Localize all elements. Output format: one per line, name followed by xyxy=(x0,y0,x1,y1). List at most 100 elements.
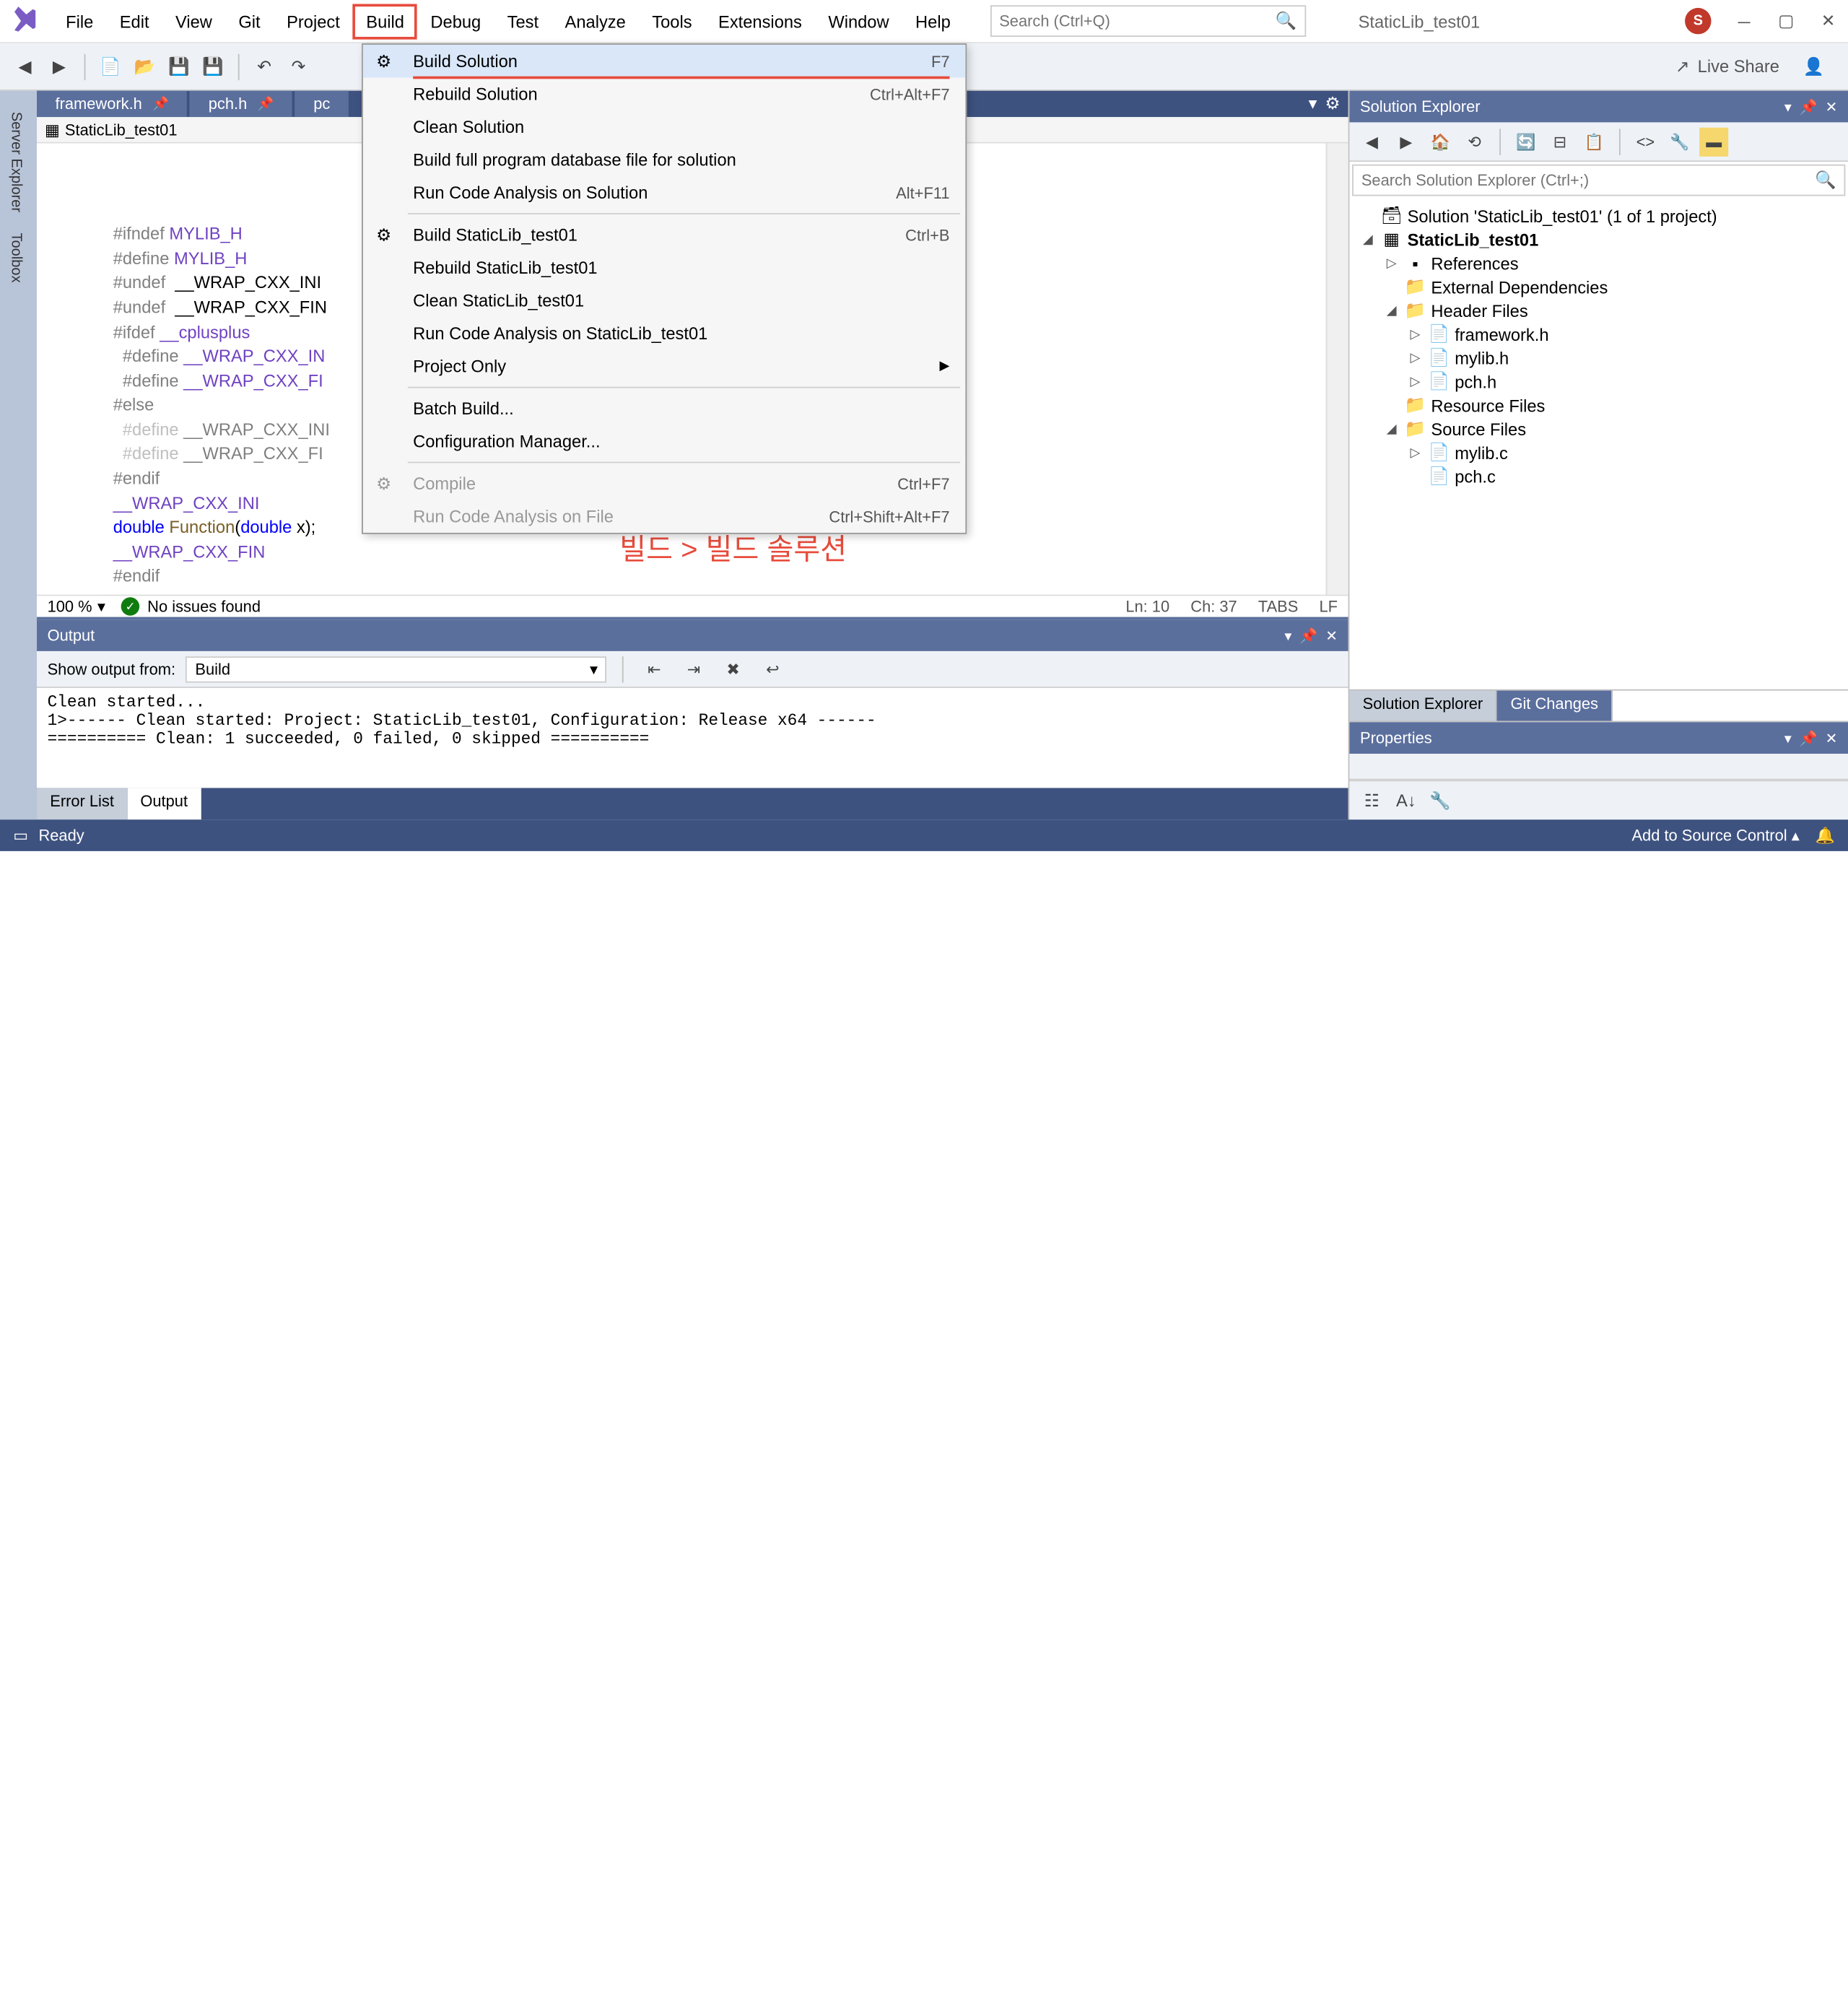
menu-tools[interactable]: Tools xyxy=(639,4,705,39)
nav-combo[interactable]: ▦ StaticLib_test01 xyxy=(45,121,178,139)
menu-view[interactable]: View xyxy=(162,4,225,39)
output-text[interactable]: Clean started... 1>------ Clean started:… xyxy=(37,688,1348,788)
menu-item-build-staticlib-test01[interactable]: ⚙Build StaticLib_test01Ctrl+B xyxy=(363,218,966,251)
menu-item-build-full-program-database-file-for-solution[interactable]: Build full program database file for sol… xyxy=(363,144,966,177)
nav-fwd-icon[interactable]: ▶ xyxy=(45,52,74,81)
menu-item-configuration-manager-[interactable]: Configuration Manager... xyxy=(363,425,966,458)
tree-node[interactable]: 🗃Solution 'StaticLib_test01' (1 of 1 pro… xyxy=(1355,204,1843,227)
menu-item-run-code-analysis-on-solution[interactable]: Run Code Analysis on SolutionAlt+F11 xyxy=(363,176,966,209)
tree-node[interactable]: ◢▦StaticLib_test01 xyxy=(1355,227,1843,251)
filter-icon[interactable]: ▬ xyxy=(1699,127,1728,156)
tree-node[interactable]: ▷📄mylib.c xyxy=(1355,440,1843,464)
maximize-button[interactable]: ▢ xyxy=(1777,12,1796,30)
fwd-icon[interactable]: ▶ xyxy=(1392,127,1421,156)
output-tab[interactable]: Output xyxy=(127,788,201,819)
output-source-combo[interactable]: Build ▾ xyxy=(186,656,607,682)
dropdown-icon[interactable]: ▾ xyxy=(1309,93,1317,114)
toolbox-tab[interactable]: Toolbox xyxy=(0,223,37,294)
save-all-icon[interactable]: 💾 xyxy=(199,52,227,81)
error-list-tab[interactable]: Error List xyxy=(37,788,127,819)
collapse-icon[interactable]: ⊟ xyxy=(1546,127,1574,156)
open-file-icon[interactable]: 📂 xyxy=(130,52,159,81)
file-tab[interactable]: pc xyxy=(295,91,349,117)
search-box[interactable]: 🔍 xyxy=(990,5,1305,37)
menu-item-rebuild-staticlib-test01[interactable]: Rebuild StaticLib_test01 xyxy=(363,251,966,284)
indent-icon[interactable]: ⇥ xyxy=(679,655,708,684)
tree-node[interactable]: ◢📁Source Files xyxy=(1355,417,1843,441)
show-all-icon[interactable]: 📋 xyxy=(1579,127,1608,156)
solution-search[interactable]: 🔍 xyxy=(1352,165,1845,196)
tree-node[interactable]: 📁Resource Files xyxy=(1355,393,1843,417)
wrench-icon[interactable]: 🔧 xyxy=(1426,786,1455,815)
source-control-button[interactable]: Add to Source Control ▴ xyxy=(1631,826,1799,845)
close-icon[interactable]: ✕ xyxy=(1826,729,1838,747)
close-icon[interactable]: ✕ xyxy=(1325,627,1338,645)
minimize-button[interactable]: ─ xyxy=(1735,12,1753,30)
pin-icon[interactable]: 📌 xyxy=(1800,98,1818,116)
menu-item-run-code-analysis-on-staticlib-test01[interactable]: Run Code Analysis on StaticLib_test01 xyxy=(363,317,966,350)
indent-icon[interactable]: ⇤ xyxy=(640,655,668,684)
file-tab[interactable]: pch.h📌 xyxy=(190,91,292,117)
file-tab[interactable]: framework.h📌 xyxy=(37,91,188,117)
save-icon[interactable]: 💾 xyxy=(165,52,193,81)
refresh-icon[interactable]: 🔄 xyxy=(1512,127,1540,156)
redo-icon[interactable]: ↷ xyxy=(284,52,313,81)
menu-git[interactable]: Git xyxy=(225,4,274,39)
properties-combo[interactable] xyxy=(1349,754,1848,780)
bell-icon[interactable]: 🔔 xyxy=(1816,826,1835,845)
menu-item-build-solution[interactable]: ⚙Build SolutionF7 xyxy=(363,45,966,78)
categorize-icon[interactable]: ☷ xyxy=(1357,786,1386,815)
close-icon[interactable]: ✕ xyxy=(1826,98,1838,116)
code-line[interactable]: #endif xyxy=(100,565,1325,589)
back-icon[interactable]: ◀ xyxy=(1357,127,1386,156)
dropdown-icon[interactable]: ▾ xyxy=(1784,729,1792,747)
git-changes-tab[interactable]: Git Changes xyxy=(1497,691,1613,721)
tree-node[interactable]: ▷📄pch.h xyxy=(1355,370,1843,393)
menu-item-project-only[interactable]: Project Only▶ xyxy=(363,350,966,383)
sync-icon[interactable]: ⟲ xyxy=(1460,127,1489,156)
dropdown-icon[interactable]: ▾ xyxy=(1284,627,1291,645)
search-input[interactable] xyxy=(999,12,1262,30)
gear-icon[interactable]: ⚙ xyxy=(1325,93,1340,114)
tree-node[interactable]: ▷📄mylib.h xyxy=(1355,346,1843,370)
tree-node[interactable]: 📁External Dependencies xyxy=(1355,275,1843,299)
live-share[interactable]: ↗ Live Share 👤 xyxy=(1662,56,1838,77)
zoom-control[interactable]: 100 % ▾ xyxy=(48,598,105,617)
menu-project[interactable]: Project xyxy=(274,4,353,39)
tree-node[interactable]: 📄pch.c xyxy=(1355,464,1843,488)
tree-node[interactable]: ◢📁Header Files xyxy=(1355,299,1843,323)
menu-item-batch-build-[interactable]: Batch Build... xyxy=(363,392,966,425)
menu-test[interactable]: Test xyxy=(494,4,552,39)
close-button[interactable]: ✕ xyxy=(1819,12,1838,30)
menu-extensions[interactable]: Extensions xyxy=(705,4,815,39)
nav-back-icon[interactable]: ◀ xyxy=(11,52,40,81)
menu-window[interactable]: Window xyxy=(815,4,902,39)
tree-node[interactable]: ▷📄framework.h xyxy=(1355,322,1843,346)
pin-icon[interactable]: 📌 xyxy=(1299,627,1317,645)
new-file-icon[interactable]: 📄 xyxy=(96,52,125,81)
sort-icon[interactable]: A↓ xyxy=(1392,786,1421,815)
menu-debug[interactable]: Debug xyxy=(417,4,494,39)
code-icon[interactable]: <> xyxy=(1631,127,1660,156)
menu-item-clean-solution[interactable]: Clean Solution xyxy=(363,110,966,144)
undo-icon[interactable]: ↶ xyxy=(250,52,279,81)
menu-edit[interactable]: Edit xyxy=(107,4,162,39)
wrench-icon[interactable]: 🔧 xyxy=(1665,127,1694,156)
menu-item-clean-staticlib-test01[interactable]: Clean StaticLib_test01 xyxy=(363,284,966,318)
menu-file[interactable]: File xyxy=(53,4,107,39)
menu-analyze[interactable]: Analyze xyxy=(552,4,639,39)
issues-indicator[interactable]: ✓ No issues found xyxy=(121,598,261,617)
solution-explorer-tab[interactable]: Solution Explorer xyxy=(1349,691,1497,721)
server-explorer-tab[interactable]: Server Explorer xyxy=(0,101,37,222)
menu-build[interactable]: Build xyxy=(353,4,417,39)
tree-node[interactable]: ▷▪References xyxy=(1355,251,1843,275)
home-icon[interactable]: 🏠 xyxy=(1426,127,1455,156)
pin-icon[interactable]: 📌 xyxy=(1800,729,1818,747)
solution-search-input[interactable] xyxy=(1361,171,1815,190)
solution-tree[interactable]: 🗃Solution 'StaticLib_test01' (1 of 1 pro… xyxy=(1349,199,1848,689)
vertical-scrollbar[interactable] xyxy=(1326,144,1348,594)
dropdown-icon[interactable]: ▾ xyxy=(1784,98,1792,116)
menu-item-rebuild-solution[interactable]: Rebuild SolutionCtrl+Alt+F7 xyxy=(363,78,966,111)
wrap-icon[interactable]: ↩ xyxy=(758,655,787,684)
menu-help[interactable]: Help xyxy=(902,4,964,39)
